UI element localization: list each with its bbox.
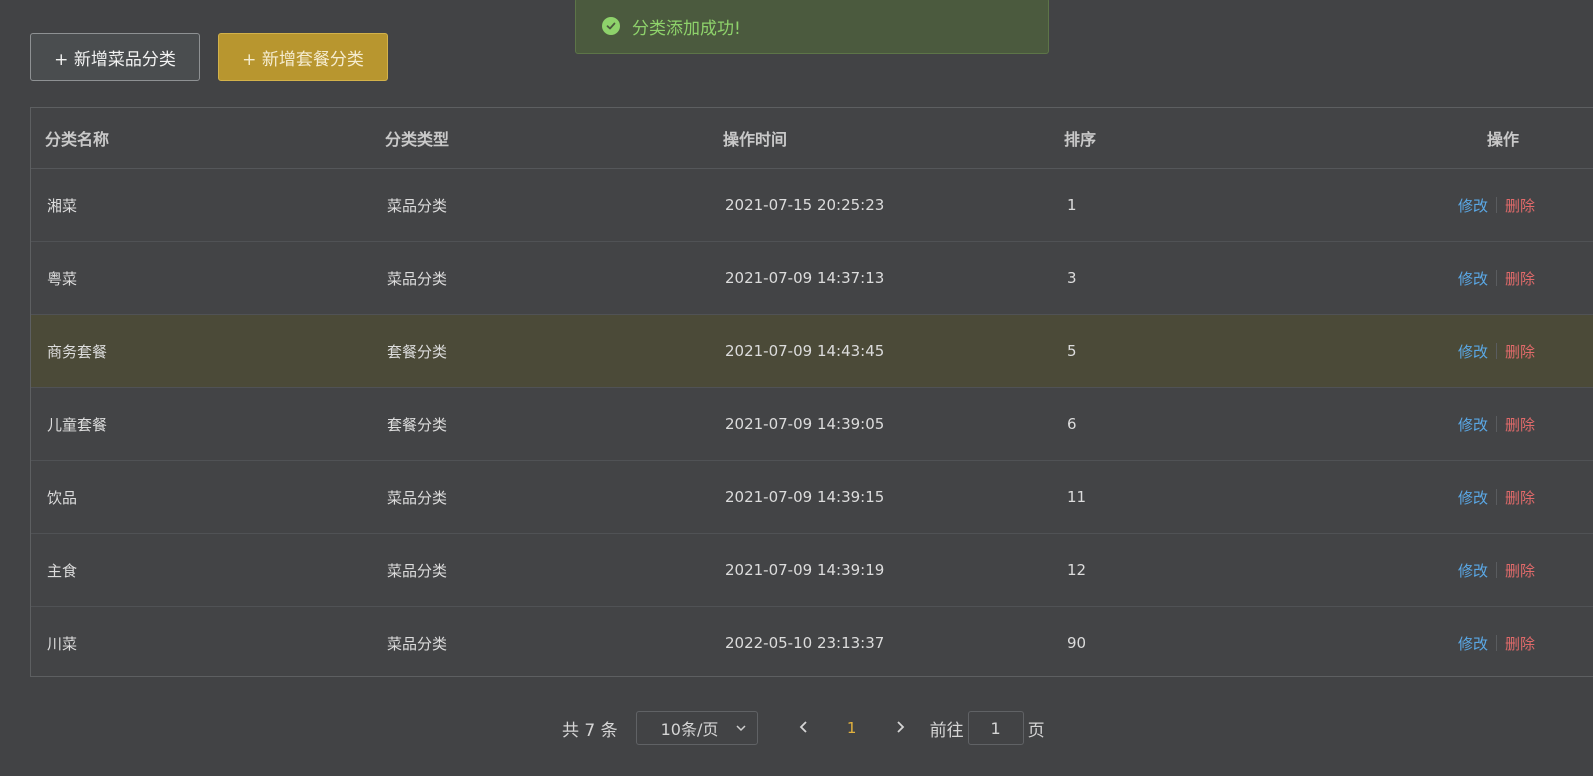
cell-time: 2021-07-15 20:25:23 [725,196,885,214]
cell-type: 菜品分类 [387,561,448,580]
cell-sort: 6 [1067,415,1077,433]
page-size-select[interactable]: 10条/页 [635,711,758,745]
category-table: 分类名称 分类类型 操作时间 排序 操作 湘菜 菜品分类 2021-07-15 … [30,107,1593,677]
add-dish-category-button[interactable]: + 新增菜品分类 [30,33,200,81]
delete-link[interactable]: 删除 [1505,414,1535,435]
add-combo-category-button[interactable]: + 新增套餐分类 [218,33,388,81]
total-count: 共 7 条 [562,720,618,741]
toast-message: 分类添加成功! [632,18,741,39]
edit-link[interactable]: 修改 [1458,268,1488,289]
table-header: 分类名称 分类类型 操作时间 排序 操作 [31,108,1593,169]
edit-link[interactable]: 修改 [1458,560,1488,581]
page-size-value: 10条/页 [660,720,719,739]
edit-link[interactable]: 修改 [1458,195,1488,216]
table-row: 商务套餐 套餐分类 2021-07-09 14:43:45 5 修改 删除 [31,315,1593,388]
divider [1495,635,1497,651]
cell-time: 2021-07-09 14:37:13 [725,269,885,287]
cell-sort: 12 [1067,561,1087,579]
pagination: 共 7 条 10条/页 1 前往 页 [562,711,1045,745]
chevron-left-icon [799,720,807,733]
edit-link[interactable]: 修改 [1458,414,1488,435]
header-name: 分类名称 [45,130,110,149]
header-time: 操作时间 [723,130,788,149]
cell-time: 2021-07-09 14:43:45 [725,342,885,360]
delete-link[interactable]: 删除 [1505,195,1535,216]
cell-type: 套餐分类 [387,415,448,434]
table-row: 粤菜 菜品分类 2021-07-09 14:37:13 3 修改 删除 [31,242,1593,315]
cell-sort: 3 [1067,269,1077,287]
cell-ops: 修改 删除 [1427,341,1593,362]
page-number-current[interactable]: 1 [822,719,882,737]
divider [1495,270,1497,286]
cell-time: 2022-05-10 23:13:37 [725,634,885,652]
prev-page-button[interactable] [786,718,822,739]
cell-name: 主食 [47,561,78,580]
cell-time: 2021-07-09 14:39:19 [725,561,885,579]
cell-ops: 修改 删除 [1427,633,1593,654]
cell-sort: 11 [1067,488,1087,506]
page-suffix: 页 [1027,720,1045,741]
cell-ops: 修改 删除 [1427,487,1593,508]
divider [1495,343,1497,359]
edit-link[interactable]: 修改 [1458,633,1488,654]
goto-label: 前往 [929,720,964,741]
cell-ops: 修改 删除 [1427,414,1593,435]
cell-time: 2021-07-09 14:39:15 [725,488,885,506]
delete-link[interactable]: 删除 [1505,268,1535,289]
cell-type: 菜品分类 [387,488,448,507]
edit-link[interactable]: 修改 [1458,487,1488,508]
table-row: 川菜 菜品分类 2022-05-10 23:13:37 90 修改 删除 [31,607,1593,679]
chevron-down-icon [735,719,747,738]
cell-name: 湘菜 [47,196,78,215]
cell-ops: 修改 删除 [1427,195,1593,216]
cell-sort: 1 [1067,196,1077,214]
cell-name: 粤菜 [47,269,78,288]
header-ops: 操作 [1486,130,1519,149]
cell-name: 商务套餐 [47,342,108,361]
delete-link[interactable]: 删除 [1505,487,1535,508]
cell-type: 菜品分类 [387,269,448,288]
cell-type: 套餐分类 [387,342,448,361]
table-row: 儿童套餐 套餐分类 2021-07-09 14:39:05 6 修改 删除 [31,388,1593,461]
divider [1495,416,1497,432]
divider [1495,489,1497,505]
table-row: 主食 菜品分类 2021-07-09 14:39:19 12 修改 删除 [31,534,1593,607]
delete-link[interactable]: 删除 [1505,341,1535,362]
delete-link[interactable]: 删除 [1505,633,1535,654]
table-row: 饮品 菜品分类 2021-07-09 14:39:15 11 修改 删除 [31,461,1593,534]
check-circle-icon [602,17,620,35]
success-toast: 分类添加成功! [575,0,1049,54]
cell-name: 饮品 [47,488,78,507]
header-type: 分类类型 [385,130,450,149]
toolbar: + 新增菜品分类 + 新增套餐分类 [30,33,388,81]
next-page-button[interactable] [882,718,918,739]
cell-type: 菜品分类 [387,196,448,215]
cell-ops: 修改 删除 [1427,560,1593,581]
cell-sort: 5 [1067,342,1077,360]
divider [1495,562,1497,578]
cell-sort: 90 [1067,634,1087,652]
cell-name: 川菜 [47,634,78,653]
cell-type: 菜品分类 [387,634,448,653]
goto-page-input[interactable] [967,711,1024,745]
delete-link[interactable]: 删除 [1505,560,1535,581]
cell-name: 儿童套餐 [47,415,108,434]
edit-link[interactable]: 修改 [1458,341,1488,362]
chevron-right-icon [896,720,904,733]
divider [1495,197,1497,213]
header-sort: 排序 [1064,130,1097,149]
cell-time: 2021-07-09 14:39:05 [725,415,885,433]
cell-ops: 修改 删除 [1427,268,1593,289]
table-row: 湘菜 菜品分类 2021-07-15 20:25:23 1 修改 删除 [31,169,1593,242]
